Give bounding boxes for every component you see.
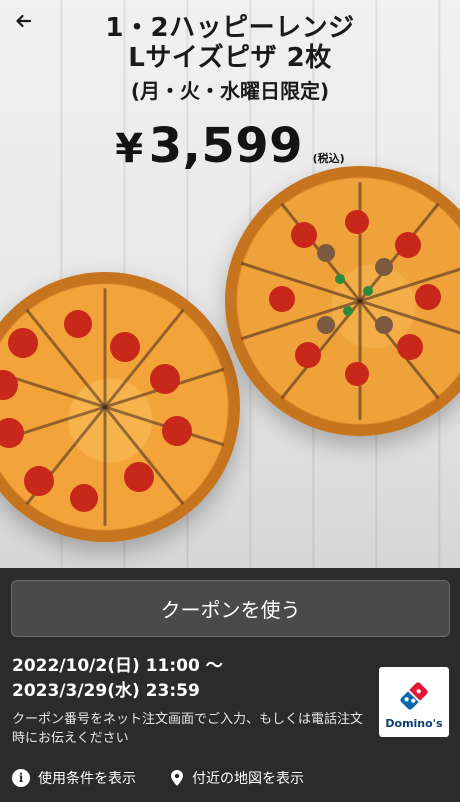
pizza-image-left (0, 272, 240, 542)
info-icon: i (12, 769, 30, 787)
coupon-title-line2: Lサイズピザ 2枚 (128, 42, 332, 73)
coupon-details-panel: クーポンを使う 2022/10/2(日) 11:00 〜 2023/3/29(水… (0, 568, 460, 802)
map-link-label: 付近の地図を表示 (192, 771, 304, 787)
price-symbol: ¥ (115, 126, 144, 172)
location-pin-icon (170, 769, 184, 787)
coupon-price: ¥ 3,599 (税込) (0, 118, 460, 174)
terms-link-label: 使用条件を表示 (38, 771, 136, 787)
tax-label: (税込) (312, 152, 345, 165)
coupon-title-line1: 1・2ハッピーレンジ (105, 13, 355, 43)
brand-name: Domino's (385, 716, 443, 730)
coupon-instruction: クーポン番号をネット注文画面でご入力、もしくは電話注文時にお伝えください (12, 712, 364, 746)
coupon-title-line3: (月・火・水曜日限定) (130, 78, 330, 103)
price-value: 3,599 (148, 118, 304, 174)
coupon-hero: ← 1・2ハッピーレンジ Lサイズピザ 2枚 (月・火・水曜日限定) ¥ 3,5… (0, 0, 460, 568)
validity-start: 2022/10/2(日) 11:00 〜 (12, 656, 223, 676)
validity-period: 2022/10/2(日) 11:00 〜 2023/3/29(水) 23:59 (12, 654, 372, 704)
map-link[interactable]: 付近の地図を表示 (170, 768, 304, 788)
coupon-title: 1・2ハッピーレンジ Lサイズピザ 2枚 (月・火・水曜日限定) (0, 13, 460, 103)
coupon-links: i 使用条件を表示 付近の地図を表示 (12, 768, 450, 788)
dominos-logo: Domino's (379, 667, 449, 737)
pizza-image-right (225, 166, 460, 436)
validity-end: 2023/3/29(水) 23:59 (12, 681, 200, 701)
terms-link[interactable]: i 使用条件を表示 (12, 768, 136, 788)
use-coupon-button[interactable]: クーポンを使う (11, 580, 450, 637)
